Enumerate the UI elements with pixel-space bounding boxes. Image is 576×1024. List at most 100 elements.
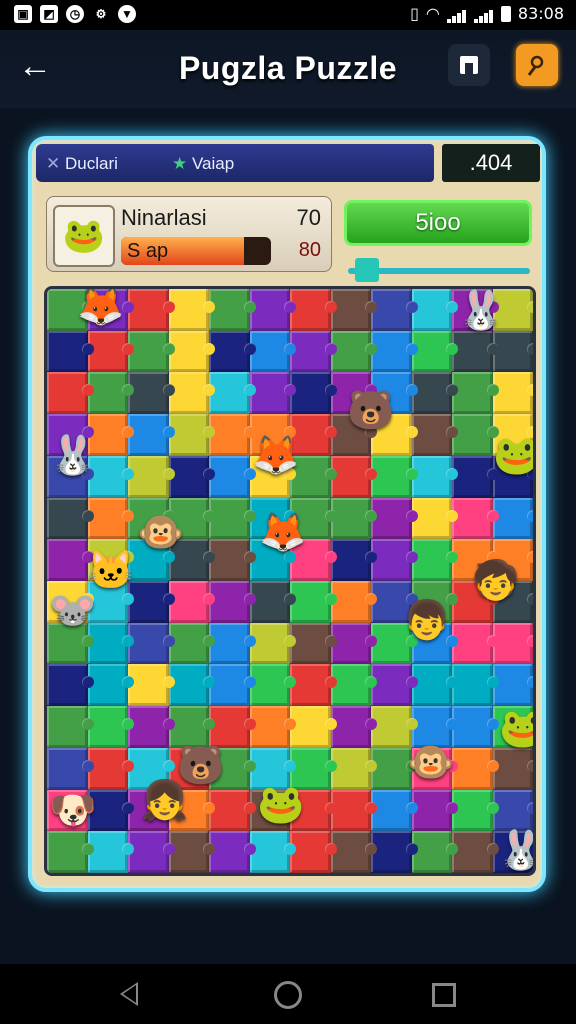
puzzle-piece[interactable] <box>128 414 174 456</box>
puzzle-piece[interactable] <box>290 706 336 748</box>
puzzle-piece[interactable] <box>411 289 458 331</box>
puzzle-piece[interactable] <box>330 622 377 665</box>
puzzle-piece[interactable] <box>411 497 458 540</box>
nav-recent-icon[interactable] <box>432 983 456 1007</box>
puzzle-piece[interactable] <box>47 539 93 581</box>
puzzle-piece[interactable] <box>452 372 498 415</box>
puzzle-piece[interactable] <box>209 539 255 581</box>
puzzle-piece[interactable] <box>371 497 417 540</box>
puzzle-piece[interactable] <box>168 831 215 873</box>
puzzle-piece[interactable] <box>209 414 255 456</box>
puzzle-piece[interactable] <box>249 330 296 373</box>
puzzle-piece[interactable] <box>249 664 296 707</box>
puzzle-piece[interactable] <box>249 622 296 665</box>
puzzle-piece[interactable] <box>47 747 93 790</box>
puzzle-piece[interactable] <box>452 497 498 540</box>
puzzle-piece[interactable] <box>492 372 533 415</box>
puzzle-piece[interactable] <box>290 330 336 373</box>
puzzle-piece[interactable] <box>168 330 215 373</box>
puzzle-piece[interactable] <box>209 664 255 707</box>
puzzle-piece[interactable] <box>249 581 296 623</box>
puzzle-piece[interactable] <box>371 455 417 498</box>
puzzle-piece[interactable] <box>209 706 255 748</box>
puzzle-piece[interactable] <box>452 414 498 456</box>
puzzle-piece[interactable] <box>47 372 93 415</box>
puzzle-piece[interactable] <box>249 289 296 331</box>
puzzle-piece[interactable] <box>209 581 255 623</box>
puzzle-piece[interactable] <box>330 289 377 331</box>
puzzle-piece[interactable] <box>87 831 134 873</box>
puzzle-piece[interactable] <box>452 747 498 790</box>
puzzle-piece[interactable] <box>128 372 174 415</box>
puzzle-piece[interactable] <box>371 706 417 748</box>
nav-back-icon[interactable] <box>120 982 138 1006</box>
puzzle-piece[interactable] <box>87 747 134 790</box>
puzzle-piece[interactable] <box>249 372 296 415</box>
puzzle-piece[interactable] <box>168 289 215 331</box>
puzzle-piece[interactable] <box>371 664 417 707</box>
puzzle-piece[interactable] <box>209 455 255 498</box>
puzzle-piece[interactable] <box>452 664 498 707</box>
puzzle-piece[interactable] <box>290 831 336 873</box>
puzzle-piece[interactable] <box>492 664 533 707</box>
puzzle-piece[interactable] <box>330 497 377 540</box>
puzzle-piece[interactable] <box>87 372 134 415</box>
puzzle-piece[interactable] <box>209 372 255 415</box>
puzzle-piece[interactable] <box>411 539 458 581</box>
puzzle-piece[interactable] <box>209 497 255 540</box>
puzzle-piece[interactable] <box>492 330 533 373</box>
puzzle-piece[interactable] <box>330 789 377 832</box>
puzzle-piece[interactable] <box>168 414 215 456</box>
puzzle-piece[interactable] <box>411 372 458 415</box>
puzzle-piece[interactable] <box>371 789 417 832</box>
puzzle-piece[interactable] <box>330 706 377 748</box>
puzzle-piece[interactable] <box>209 622 255 665</box>
profile-button[interactable] <box>516 44 558 86</box>
puzzle-piece[interactable] <box>249 706 296 748</box>
puzzle-piece[interactable] <box>209 789 255 832</box>
puzzle-piece[interactable] <box>87 706 134 748</box>
puzzle-piece[interactable] <box>330 581 377 623</box>
action-button[interactable]: 5ioo <box>344 200 532 246</box>
puzzle-piece[interactable] <box>452 455 498 498</box>
puzzle-piece[interactable] <box>452 706 498 748</box>
puzzle-piece[interactable] <box>371 747 417 790</box>
puzzle-piece[interactable] <box>209 289 255 331</box>
puzzle-piece[interactable] <box>168 455 215 498</box>
puzzle-piece[interactable] <box>330 455 377 498</box>
shop-button[interactable] <box>448 44 490 86</box>
puzzle-piece[interactable] <box>452 831 498 873</box>
puzzle-piece[interactable] <box>128 289 174 331</box>
puzzle-piece[interactable] <box>452 330 498 373</box>
puzzle-piece[interactable] <box>330 831 377 873</box>
puzzle-piece[interactable] <box>290 581 336 623</box>
puzzle-piece[interactable] <box>249 831 296 873</box>
puzzle-piece[interactable] <box>128 831 174 873</box>
puzzle-piece[interactable] <box>290 664 336 707</box>
puzzle-piece[interactable] <box>128 706 174 748</box>
puzzle-piece[interactable] <box>411 789 458 832</box>
puzzle-piece[interactable] <box>209 831 255 873</box>
puzzle-piece[interactable] <box>492 789 533 832</box>
puzzle-piece[interactable] <box>209 330 255 373</box>
puzzle-piece[interactable] <box>411 831 458 873</box>
puzzle-piece[interactable] <box>330 330 377 373</box>
puzzle-piece[interactable] <box>411 455 458 498</box>
puzzle-piece[interactable] <box>411 330 458 373</box>
puzzle-piece[interactable] <box>452 789 498 832</box>
puzzle-piece[interactable] <box>371 831 417 873</box>
puzzle-piece[interactable] <box>47 664 93 707</box>
puzzle-piece[interactable] <box>290 622 336 665</box>
puzzle-piece[interactable] <box>128 664 174 707</box>
puzzle-piece[interactable] <box>87 664 134 707</box>
puzzle-piece[interactable] <box>290 289 336 331</box>
puzzle-piece[interactable] <box>47 706 93 748</box>
puzzle-piece[interactable] <box>128 622 174 665</box>
puzzle-piece[interactable] <box>47 497 93 540</box>
puzzle-piece[interactable] <box>87 497 134 540</box>
puzzle-piece[interactable] <box>128 330 174 373</box>
puzzle-piece[interactable] <box>87 330 134 373</box>
puzzle-piece[interactable] <box>371 539 417 581</box>
puzzle-piece[interactable] <box>411 414 458 456</box>
puzzle-piece[interactable] <box>330 664 377 707</box>
